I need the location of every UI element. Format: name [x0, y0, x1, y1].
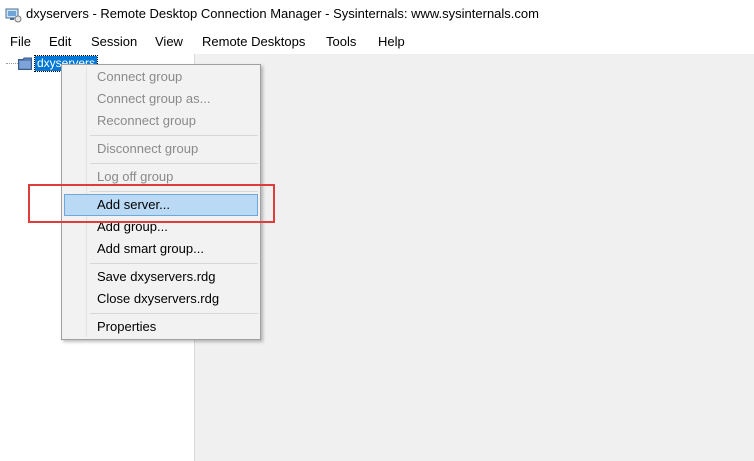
- menu-remote-desktops[interactable]: Remote Desktops: [202, 33, 305, 51]
- menu-edit[interactable]: Edit: [49, 33, 71, 51]
- menu-separator: [90, 191, 258, 192]
- session-view-panel: [195, 54, 754, 461]
- menu-separator: [90, 163, 258, 164]
- menu-session[interactable]: Session: [91, 33, 137, 51]
- menu-separator: [90, 313, 258, 314]
- rdcman-icon[interactable]: [4, 6, 22, 24]
- menu-item-add-smart-group[interactable]: Add smart group...: [64, 238, 258, 260]
- menu-file[interactable]: File: [10, 33, 31, 51]
- title-bar: dxyservers - Remote Desktop Connection M…: [0, 0, 754, 30]
- menu-item-add-group[interactable]: Add group...: [64, 216, 258, 238]
- menu-item-reconnect-group: Reconnect group: [97, 113, 197, 128]
- menu-separator: [90, 135, 258, 136]
- tree-connector: [6, 63, 18, 65]
- menu-tools[interactable]: Tools: [326, 33, 356, 51]
- menu-item-log-off-group: Log off group: [97, 169, 174, 184]
- folder-icon: [18, 57, 32, 70]
- menu-separator: [90, 263, 258, 264]
- menu-help[interactable]: Help: [378, 33, 405, 51]
- menu-item-disconnect-group: Disconnect group: [97, 141, 199, 156]
- menu-item-connect-group-as: Connect group as...: [97, 91, 211, 106]
- menu-view[interactable]: View: [155, 33, 183, 51]
- window-title: dxyservers - Remote Desktop Connection M…: [26, 6, 539, 21]
- menu-item-close-rdg[interactable]: Close dxyservers.rdg: [64, 288, 258, 310]
- context-menu: Connect group Connect group as... Reconn…: [61, 64, 261, 340]
- menu-item-properties[interactable]: Properties: [64, 316, 258, 338]
- menu-bar: File Edit Session View Remote Desktops T…: [0, 30, 754, 54]
- menu-item-connect-group: Connect group: [97, 69, 183, 84]
- menu-item-add-server[interactable]: Add server...: [64, 194, 258, 216]
- menu-item-save-rdg[interactable]: Save dxyservers.rdg: [64, 266, 258, 288]
